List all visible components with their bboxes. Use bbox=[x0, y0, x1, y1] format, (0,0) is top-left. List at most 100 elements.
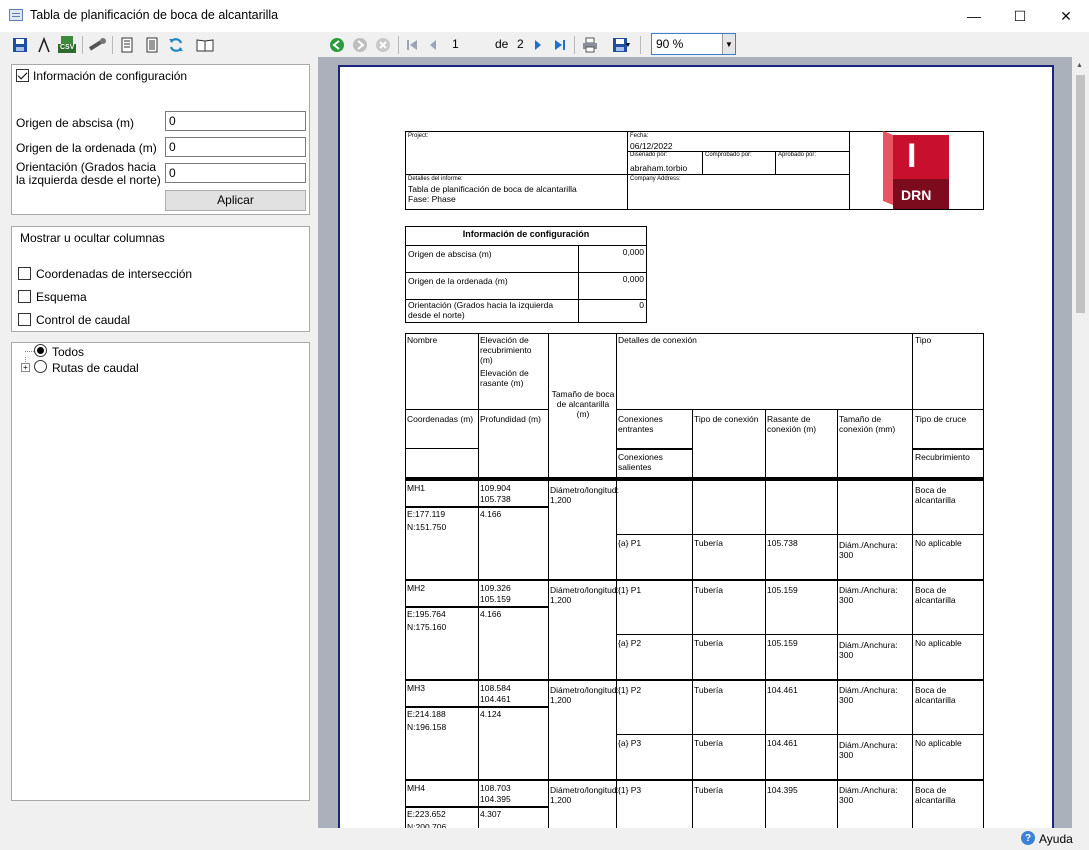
logo-letter: I bbox=[907, 137, 917, 175]
help-link[interactable]: Ayuda bbox=[1039, 832, 1073, 846]
scrollbar-thumb[interactable] bbox=[1076, 75, 1085, 313]
origin-x-input[interactable]: 0 bbox=[165, 111, 306, 131]
next-page-icon[interactable] bbox=[528, 35, 548, 55]
chevron-down-icon[interactable]: ▼ bbox=[722, 34, 735, 54]
designed-by-label: Diseñado por: bbox=[630, 152, 668, 158]
infradrainage-logo: I DRN bbox=[879, 131, 953, 209]
col-divider bbox=[692, 409, 693, 479]
schema-checkbox[interactable] bbox=[18, 290, 31, 303]
viewer-toolbar: 1 de 2 ▼ 90 % ▼ bbox=[318, 32, 1089, 58]
report-page-icon[interactable] bbox=[117, 35, 137, 55]
config-panel: Información de configuración Origen de a… bbox=[11, 64, 310, 215]
logo-text: DRN bbox=[901, 187, 932, 203]
toolbar-separator bbox=[112, 36, 113, 54]
first-page-icon[interactable] bbox=[402, 35, 422, 55]
header-divider bbox=[627, 174, 849, 175]
col-header-depth: Profundidad (m) bbox=[480, 414, 541, 424]
chevron-up-icon[interactable] bbox=[34, 35, 54, 55]
incoming-connection: {1} P3 bbox=[618, 785, 642, 795]
back-icon[interactable] bbox=[327, 35, 347, 55]
origin-y-input[interactable]: 0 bbox=[165, 137, 306, 157]
maximize-button[interactable]: ☐ bbox=[997, 0, 1043, 32]
book-icon[interactable] bbox=[195, 35, 215, 55]
row-divider bbox=[405, 806, 548, 808]
last-page-icon[interactable] bbox=[550, 35, 570, 55]
csv-export-icon[interactable]: CSV bbox=[57, 35, 77, 55]
row-divider bbox=[405, 506, 548, 508]
manhole-easting: E:195.764 bbox=[407, 609, 446, 619]
col-header-invert-elevation: Elevación de rasante (m) bbox=[480, 368, 529, 388]
save-icon[interactable] bbox=[10, 35, 30, 55]
report-list-icon[interactable] bbox=[142, 35, 162, 55]
col-divider bbox=[912, 780, 913, 828]
tree-radio-flow-routes[interactable] bbox=[34, 360, 47, 373]
col-divider bbox=[765, 580, 766, 680]
tree-connector bbox=[25, 351, 34, 352]
expand-icon[interactable]: + bbox=[21, 363, 30, 372]
pipe-icon[interactable] bbox=[88, 35, 108, 55]
flow-control-checkbox[interactable] bbox=[18, 313, 31, 326]
col-divider bbox=[548, 780, 549, 828]
stop-icon[interactable] bbox=[373, 35, 393, 55]
config-row-label: Orientación (Grados hacia la izquierda d… bbox=[408, 300, 554, 320]
incoming-connection-size: Diám./Anchura: 300 bbox=[839, 785, 898, 805]
col-divider bbox=[616, 333, 617, 479]
print-icon[interactable] bbox=[580, 35, 600, 55]
row-divider bbox=[616, 734, 984, 735]
outgoing-crossing-type: No aplicable bbox=[915, 638, 962, 648]
manhole-type: Boca de alcantarilla bbox=[915, 685, 956, 705]
report-viewer: Project: Fecha: 06/12/2022 Diseñado por:… bbox=[318, 57, 1072, 828]
manhole-cover-elevation: 108.584 bbox=[480, 683, 511, 693]
orientation-label: Orientación (Grados hacia la izquierda d… bbox=[16, 160, 161, 187]
incoming-connection-invert: 104.461 bbox=[767, 685, 798, 695]
col-divider bbox=[548, 333, 549, 479]
col-divider bbox=[478, 480, 479, 580]
apply-button[interactable]: Aplicar bbox=[165, 190, 306, 211]
export-dropdown-icon[interactable]: ▼ bbox=[623, 35, 633, 55]
page-of-label: de bbox=[495, 37, 509, 51]
tree-radio-all[interactable] bbox=[34, 344, 47, 357]
current-page-input[interactable]: 1 bbox=[452, 37, 459, 51]
window-title: Tabla de planificación de boca de alcant… bbox=[30, 8, 279, 22]
tree-item-flow-routes[interactable]: Rutas de caudal bbox=[52, 361, 139, 375]
col-header-connection-invert: Rasante de conexión (m) bbox=[767, 414, 817, 434]
scroll-up-icon[interactable]: ▲ bbox=[1076, 62, 1083, 69]
manhole-name: MH3 bbox=[407, 683, 425, 693]
outgoing-connection-size: Diám./Anchura: 300 bbox=[839, 740, 898, 760]
row-divider bbox=[616, 534, 984, 535]
col-divider bbox=[765, 680, 766, 780]
refresh-icon[interactable] bbox=[166, 35, 186, 55]
total-pages-label: 2 bbox=[517, 37, 524, 51]
csv-label: CSV bbox=[60, 44, 75, 51]
report-details-label: Detalles del informe: bbox=[408, 176, 463, 182]
row-divider bbox=[405, 409, 548, 410]
manhole-northing: N:175.160 bbox=[407, 622, 447, 632]
intersection-coords-checkbox[interactable] bbox=[18, 267, 31, 280]
close-button[interactable]: ✕ bbox=[1043, 0, 1089, 32]
config-row-label: Origen de abscisa (m) bbox=[408, 249, 492, 259]
help-icon[interactable]: ? bbox=[1021, 831, 1035, 845]
col-divider bbox=[548, 580, 549, 680]
prev-page-icon[interactable] bbox=[423, 35, 443, 55]
manhole-name: MH2 bbox=[407, 583, 425, 593]
orientation-input[interactable]: 0 bbox=[165, 163, 306, 183]
incoming-connection-size: Diám./Anchura: 300 bbox=[839, 685, 898, 705]
config-checkbox[interactable] bbox=[16, 69, 29, 82]
vertical-scrollbar[interactable]: ▲ bbox=[1072, 57, 1089, 828]
row-divider bbox=[616, 448, 693, 450]
col-divider bbox=[692, 480, 693, 580]
col-divider bbox=[548, 680, 549, 780]
manhole-depth: 4.166 bbox=[480, 609, 502, 619]
col-divider bbox=[692, 780, 693, 828]
tree-item-all[interactable]: Todos bbox=[52, 345, 84, 359]
zoom-select[interactable]: 90 % ▼ bbox=[651, 33, 736, 55]
manhole-name: MH1 bbox=[407, 483, 425, 493]
col-header-connection-type: Tipo de conexión bbox=[694, 414, 759, 424]
row-divider bbox=[616, 409, 984, 410]
minimize-button[interactable]: — bbox=[951, 0, 997, 32]
manhole-invert-elevation: 105.159 bbox=[480, 594, 511, 604]
row-divider bbox=[912, 448, 984, 450]
columns-header: Mostrar u ocultar columnas bbox=[20, 231, 165, 245]
forward-icon[interactable] bbox=[350, 35, 370, 55]
row-divider bbox=[405, 706, 548, 708]
